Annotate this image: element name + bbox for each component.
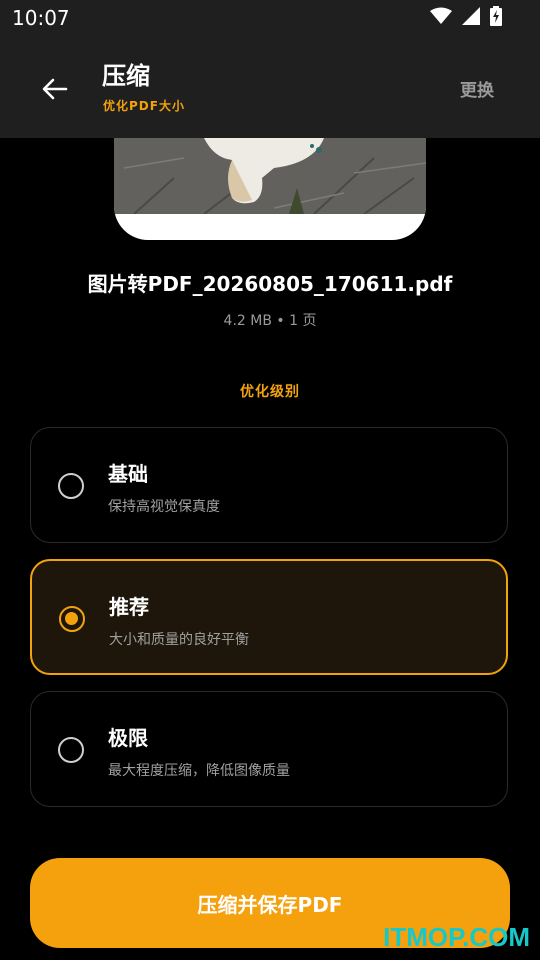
optimization-level-label: 优化级别 — [240, 384, 300, 400]
page-title: 压缩 — [102, 62, 150, 90]
option-title: 基础 — [108, 462, 148, 486]
page-subtitle: 优化PDF大小 — [103, 99, 185, 113]
file-info: 4.2 MB • 1 页 — [223, 313, 317, 329]
battery-charging-icon — [490, 6, 502, 26]
radio-dot-icon — [65, 612, 78, 625]
option-recommended[interactable]: 推荐 大小和质量的良好平衡 — [30, 559, 508, 675]
option-title: 极限 — [108, 726, 148, 750]
option-extreme[interactable]: 极限 最大程度压缩，降低图像质量 — [30, 691, 508, 807]
option-description: 保持高视觉保真度 — [108, 499, 220, 515]
radio-button-unselected[interactable] — [58, 473, 84, 499]
change-file-button[interactable]: 更换 — [460, 76, 494, 101]
option-description: 大小和质量的良好平衡 — [109, 632, 249, 648]
status-icons — [430, 6, 502, 26]
back-arrow-icon[interactable] — [40, 74, 70, 104]
option-basic[interactable]: 基础 保持高视觉保真度 — [30, 427, 508, 543]
option-description: 最大程度压缩，降低图像质量 — [108, 763, 290, 779]
status-time: 10:07 — [12, 6, 70, 30]
thumbnail-photo — [114, 138, 426, 214]
radio-button-unselected[interactable] — [58, 737, 84, 763]
radio-button-selected[interactable] — [59, 606, 85, 632]
cell-signal-icon — [462, 7, 480, 25]
file-name: 图片转PDF_20260805_170611.pdf — [87, 272, 453, 296]
watermark: ITMOP.COM — [383, 922, 530, 952]
status-bar: 10:07 — [0, 0, 540, 36]
option-title: 推荐 — [109, 595, 149, 619]
pdf-thumbnail — [114, 138, 426, 240]
wifi-icon — [430, 7, 452, 24]
app-bar: 压缩 优化PDF大小 更换 — [0, 36, 540, 138]
